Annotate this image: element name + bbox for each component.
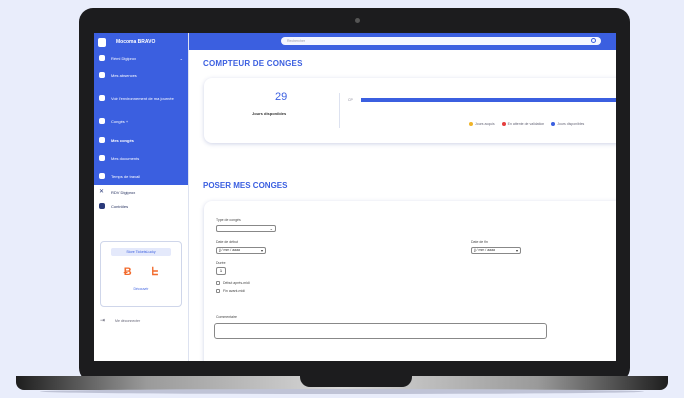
option-label: Fin avant-midi [223,289,245,293]
option-morning[interactable]: Fin avant-midi [216,289,245,293]
calendar-icon [99,72,105,78]
webcam [355,18,360,23]
sidebar-item-label: Temps de travail [111,173,141,179]
legend-label: Jours acquis [475,122,495,126]
days-count: 29 [275,91,288,103]
legend-dot [551,122,556,127]
legend-dot [501,122,506,127]
duration-label: Durée [216,261,226,265]
document-icon [99,155,105,161]
bar-label: CP [348,98,353,102]
option-afternoon[interactable]: Début après-midi [216,281,250,285]
sidebar-item-environment[interactable]: Voir l'environnement de ma journée [94,85,188,111]
sidebar-item-absences[interactable]: Mes absences [94,65,188,85]
legend-label: Jours disponibles [557,122,585,126]
widget-link[interactable]: Découvrir [101,287,181,291]
sidebar-item-label: RDV Digiprox [111,189,136,195]
screen: Mocoma BRAVO Rémi Digiprox ⌄ Mes absence… [94,33,616,361]
sidebar-item-label: Mes congés [111,137,134,143]
divider [339,93,340,128]
brand[interactable]: Mocoma BRAVO [94,33,188,51]
user-menu[interactable]: Rémi Digiprox ⌄ [94,51,188,65]
sidebar-item-label: Contrôles [111,203,129,209]
legend-item: En attente de validation [501,122,545,127]
chevron-down-icon: ⌄ [269,226,273,231]
logo-icon [98,37,106,47]
chart-legend: Jours acquis En attente de validation Jo… [469,122,585,127]
legend-label: En attente de validation [507,122,545,126]
end-date-value: jj / mm / aaaa [474,248,496,252]
end-date-label: Date de fin [471,240,488,244]
user-name: Rémi Digiprox [111,55,137,61]
sidebar-top: Mocoma BRAVO Rémi Digiprox ⌄ Mes absence… [94,33,188,185]
tickets-widget: Store TicketsLucky Ƀ ᖶ Découvrir [100,241,182,307]
widget-icons: Ƀ ᖶ [101,266,181,279]
sidebar-item-label: Mes documents [111,155,140,161]
logout-icon: ⇥ [100,318,106,324]
end-date-input[interactable]: jj / mm / aaaa ▾ [471,247,521,254]
eye-icon [99,95,105,101]
leave-request-form: Type de congés ⌄ Date de début jj / mm /… [204,201,616,361]
start-date-input[interactable]: jj / mm / aaaa ▾ [216,247,266,254]
counter-card: 29 Jours disponibles CP Jours acquis En … [204,78,616,143]
checkbox[interactable] [216,289,220,293]
top-bar: Rechercher [189,33,616,50]
type-select[interactable]: ⌄ [216,225,276,232]
type-label: Type de congés [216,218,241,222]
start-date-value: jj / mm / aaaa [219,248,241,252]
logout-button[interactable]: ⇥ Me déconnecter [100,317,140,324]
close-icon: ✕ [99,189,105,195]
checkbox[interactable] [216,281,220,285]
legend-dot [469,122,473,127]
app-name: Mocoma BRAVO [116,39,156,45]
tickets-icon[interactable]: Ƀ [124,266,132,279]
available-days-bar [361,98,616,102]
user-icon [99,55,105,61]
comment-label: Commentaire [216,315,238,319]
start-date-label: Date de début [216,240,238,244]
calendar-icon: ▾ [515,248,518,253]
sidebar: Mocoma BRAVO Rémi Digiprox ⌄ Mes absence… [94,33,189,361]
calendar-icon: ▾ [260,248,263,253]
sidebar-item-temps[interactable]: Temps de travail [94,167,188,185]
laptop-shadow [40,389,644,394]
chart-icon [99,203,105,209]
chevron-down-icon: ⌄ [179,55,183,61]
plus-icon [99,118,105,124]
laptop-notch [300,376,412,387]
sidebar-item-label: Voir l'environnement de ma journée [111,95,174,101]
option-label: Début après-midi [223,281,250,285]
sidebar-item-conges-plus[interactable]: Congés + [94,111,188,131]
widget-title: Store TicketsLucky [111,248,171,256]
clock-icon [99,173,105,179]
days-label: Jours disponibles [252,111,287,116]
sidebar-item-controles[interactable]: Contrôles [94,198,188,214]
sidebar-item-rdv[interactable]: ✕ RDV Digiprox [94,186,188,198]
legend-item: Jours acquis [469,122,495,127]
sidebar-item-mes-conges[interactable]: Mes congés [94,131,188,149]
store-icon[interactable]: ᖶ [152,266,159,279]
counter-title: COMPTEUR DE CONGES [203,59,303,68]
sidebar-item-label: Congés + [111,118,129,124]
sidebar-item-label: Mes absences [111,72,137,78]
comment-textarea[interactable] [214,323,547,339]
search-icon[interactable] [591,38,596,43]
form-title: POSER MES CONGES [203,181,288,190]
legend-item: Jours disponibles [551,122,585,127]
sun-icon [99,137,105,143]
sidebar-item-documents[interactable]: Mes documents [94,149,188,167]
search-input[interactable]: Rechercher [281,37,601,45]
logout-label: Me déconnecter [115,318,141,323]
duration-stepper[interactable]: 1 [216,267,226,275]
